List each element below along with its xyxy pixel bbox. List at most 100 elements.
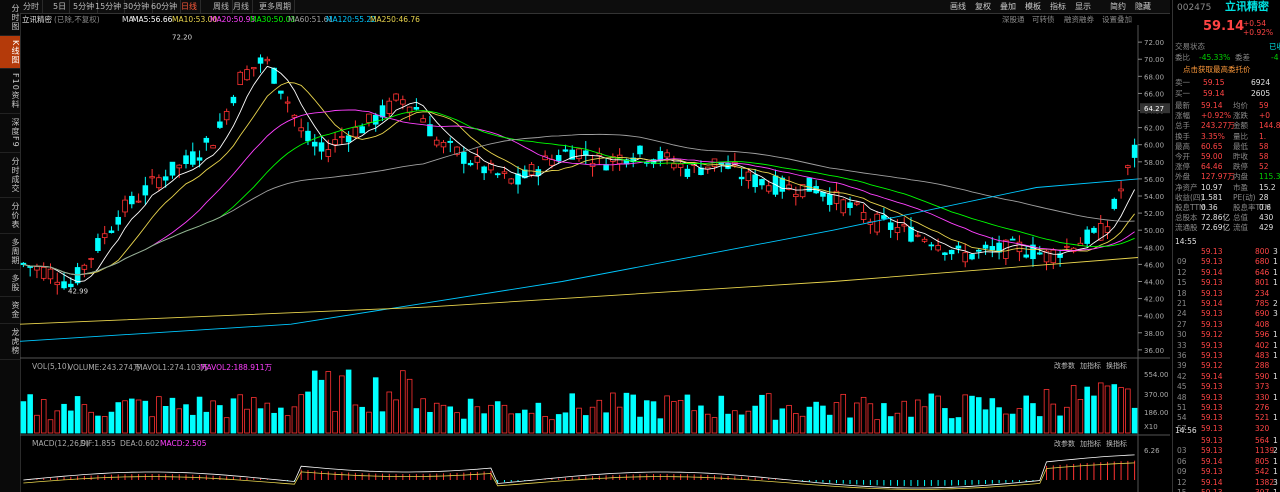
- price-tick-label: 38.00: [1144, 330, 1164, 338]
- candle-body: [935, 245, 941, 251]
- toolbar-button-0[interactable]: 画线: [950, 0, 966, 13]
- buy1-volume: 2605: [1251, 89, 1271, 98]
- candle-body: [1131, 144, 1138, 158]
- candle-body: [149, 176, 155, 179]
- volume-bar: [386, 391, 393, 434]
- candle-body: [1118, 188, 1124, 192]
- volume-bar: [623, 392, 630, 434]
- left-nav-item-1[interactable]: K线图: [0, 36, 20, 70]
- period-tab-1[interactable]: 5日: [50, 0, 71, 13]
- candle-body: [339, 136, 345, 138]
- volume-bar: [223, 417, 230, 434]
- candle-body: [1091, 227, 1097, 233]
- volume-bar: [901, 400, 908, 434]
- candle-body: [237, 71, 243, 86]
- quote-cell-6-3: 52: [1259, 162, 1269, 172]
- candle-body: [745, 171, 752, 181]
- left-nav-item-6[interactable]: 多周期: [0, 234, 20, 270]
- candle-body: [61, 281, 67, 289]
- volume-bar: [793, 413, 799, 434]
- candle-body: [1050, 249, 1057, 264]
- toolbar-button-2[interactable]: 叠加: [1000, 0, 1016, 13]
- period-tab-0[interactable]: 分时: [20, 0, 43, 13]
- left-nav-item-9[interactable]: 龙虎榜: [0, 324, 20, 360]
- tick-ticks_1-16-3: 1: [1273, 413, 1278, 423]
- tick-ticks_1-7-0: 27: [1177, 319, 1187, 329]
- toolbar-button-3[interactable]: 模板: [1025, 0, 1041, 13]
- high-price-label: 72.20: [172, 34, 192, 42]
- candle-body: [481, 166, 487, 174]
- left-nav-item-4[interactable]: 分时成交: [0, 153, 20, 198]
- trade-status-value: 已收: [1269, 42, 1280, 51]
- left-nav-item-2[interactable]: F10资料: [0, 69, 20, 115]
- ma-line-10: [23, 82, 1135, 276]
- toolbar-button-5[interactable]: 显示: [1075, 0, 1091, 13]
- volume-bar: [975, 397, 982, 434]
- candle-body: [501, 171, 508, 174]
- vol-switch-indicator-button[interactable]: 换指标: [1106, 361, 1127, 371]
- volume-bar: [393, 399, 399, 434]
- quote-cell-9-1: 1.581: [1201, 192, 1223, 202]
- candle-body: [671, 163, 677, 169]
- quote-cell-2-1: 243.27万: [1201, 121, 1235, 131]
- volume-bar: [217, 405, 223, 434]
- volume-bar: [732, 410, 738, 434]
- macd-switch-indicator-button[interactable]: 换指标: [1106, 439, 1127, 449]
- candle-body: [1084, 229, 1090, 244]
- vol-edit-params-button[interactable]: 改参数: [1054, 361, 1075, 371]
- kline-chart[interactable]: 72.0070.0068.0066.0064.0062.0060.0058.00…: [20, 25, 1170, 492]
- candle-body: [528, 164, 535, 176]
- macd-edit-params-button[interactable]: 改参数: [1054, 439, 1075, 449]
- link-margin-trading[interactable]: 融资融券: [1064, 14, 1094, 25]
- link-convertible-bond[interactable]: 可转债: [1032, 14, 1055, 25]
- volume-unit-label: X10: [1144, 423, 1158, 431]
- vol-add-indicator-button[interactable]: 加指标: [1080, 361, 1101, 371]
- stock-name-label: 立讯精密: [22, 15, 52, 24]
- last-price: 59.14: [1203, 19, 1245, 34]
- volume-bar: [820, 405, 826, 434]
- toolbar-button-7[interactable]: 隐藏: [1135, 0, 1151, 13]
- left-nav-item-3[interactable]: 深度F9: [0, 114, 20, 153]
- volume-bar: [400, 370, 406, 434]
- tick-ticks_2-5-3: 1: [1273, 488, 1278, 492]
- volume-bar: [54, 410, 61, 434]
- macd-dif-line: [23, 454, 1135, 489]
- period-tab-6[interactable]: 日线: [178, 0, 201, 13]
- tick-ticks_1-13-0: 45: [1177, 382, 1187, 392]
- candle-body: [40, 267, 47, 279]
- volume-bar: [996, 407, 1002, 434]
- volume-bar: [989, 398, 996, 434]
- volume-bar: [528, 412, 535, 434]
- volume-bar: [156, 396, 162, 434]
- promo-link[interactable]: 点击获取最高委托价: [1183, 65, 1251, 74]
- toolbar-button-6[interactable]: 简约: [1110, 0, 1126, 13]
- left-nav-item-8[interactable]: 资金: [0, 297, 20, 324]
- link-overlay-settings[interactable]: 设置叠加: [1102, 14, 1132, 25]
- period-tab-5[interactable]: 60分钟: [148, 0, 182, 13]
- candle-body: [1125, 165, 1131, 169]
- tick-ticks_1-1-3: 1: [1273, 257, 1278, 267]
- candle-body: [386, 100, 393, 114]
- tick-ticks_1-4-1: 59.13: [1201, 288, 1223, 298]
- link-hk-connect[interactable]: 深股通: [1002, 14, 1025, 25]
- left-nav-item-0[interactable]: 分时图: [0, 0, 20, 36]
- volume-bar: [332, 410, 338, 434]
- quote-cell-2-2: 金额: [1233, 121, 1248, 131]
- tick-ticks_1-10-3: 1: [1273, 351, 1278, 360]
- volume-bar: [637, 416, 643, 434]
- volume-bar: [1043, 389, 1050, 434]
- quote-cell-8-2: 市盈: [1233, 182, 1248, 192]
- candle-body: [461, 151, 467, 164]
- price-tick-label: 54.00: [1144, 193, 1164, 201]
- volume-bar: [298, 394, 304, 434]
- toolbar-button-4[interactable]: 指标: [1050, 0, 1066, 13]
- left-nav-item-7[interactable]: 多股: [0, 270, 20, 297]
- quote-cell-1-0: 涨幅: [1175, 111, 1190, 121]
- left-nav-item-5[interactable]: 分价表: [0, 198, 20, 234]
- macd-add-indicator-button[interactable]: 加指标: [1080, 439, 1101, 449]
- volume-bar: [291, 406, 298, 434]
- quote-cell-0-0: 最新: [1175, 101, 1190, 110]
- toolbar-button-1[interactable]: 复权: [975, 0, 991, 13]
- period-tab-8[interactable]: 月线: [230, 0, 253, 13]
- period-tab-9[interactable]: 更多周期: [256, 0, 295, 13]
